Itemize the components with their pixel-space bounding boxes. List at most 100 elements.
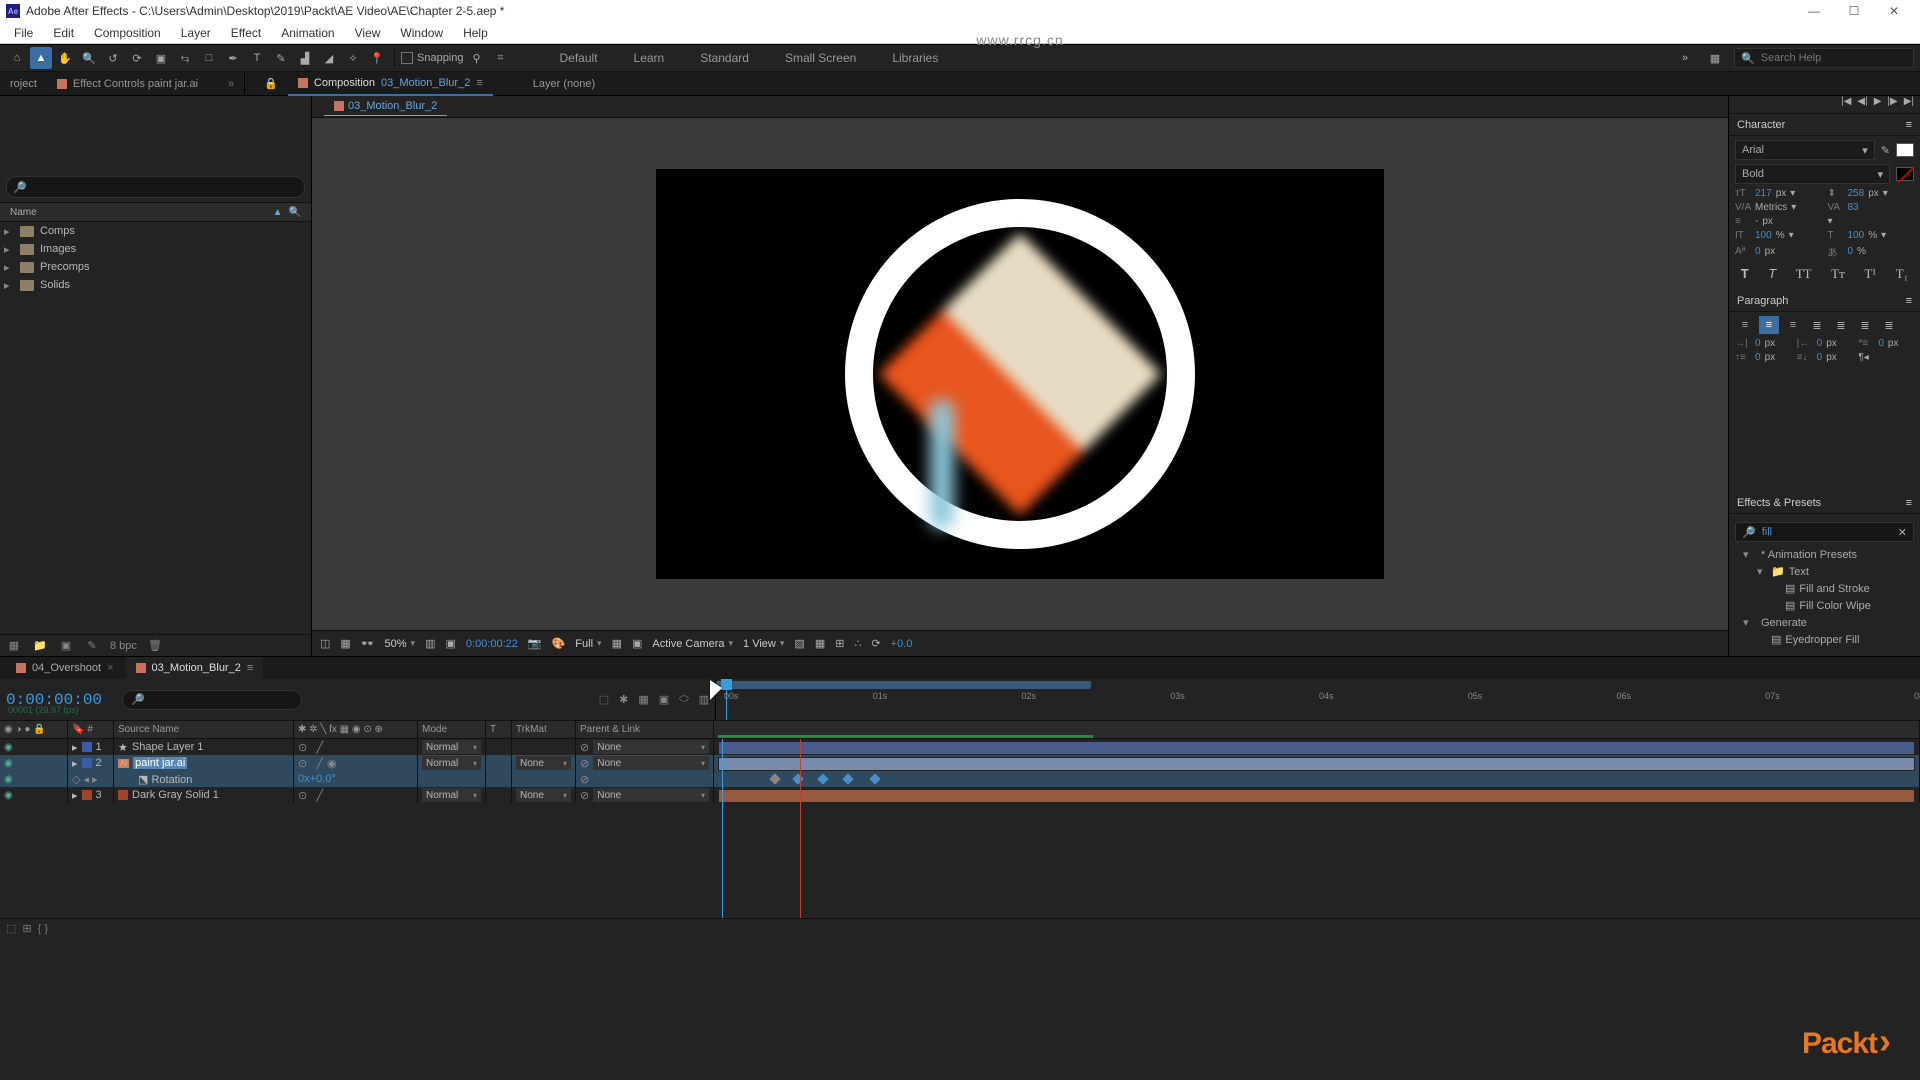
puppet-tool[interactable]: 📍 — [366, 47, 388, 69]
col-mode[interactable]: Mode — [418, 721, 486, 738]
panel-layout-icon[interactable]: ▦ — [1704, 47, 1726, 69]
roi-icon[interactable]: ▣ — [445, 637, 455, 650]
hscale-value[interactable]: 100 — [1848, 230, 1865, 241]
transparency-icon[interactable]: ▦ — [612, 637, 622, 650]
graph-editor-icon[interactable]: ⬭ — [679, 693, 688, 706]
clear-search-icon[interactable]: ✕ — [1898, 526, 1907, 539]
home-icon[interactable]: ⌂ — [6, 47, 28, 69]
first-frame-icon[interactable]: |◀ — [1841, 96, 1851, 113]
composition-tab[interactable]: Composition 03_Motion_Blur_2 ≡ — [288, 72, 493, 96]
help-search[interactable]: 🔍 Search Help — [1734, 48, 1914, 68]
timeline-tab-04_overshoot[interactable]: 04_Overshoot × — [6, 657, 124, 679]
baseline-value[interactable]: 0 — [1755, 246, 1761, 257]
space-after[interactable]: 0 — [1817, 352, 1823, 363]
vf-ic1[interactable]: ▧ — [794, 637, 804, 650]
zoom-dropdown[interactable]: 50% — [385, 638, 416, 650]
work-area-bar[interactable] — [716, 681, 1091, 689]
tsume-value[interactable]: 0 — [1848, 246, 1854, 257]
color-mgmt-icon[interactable]: 🎨 — [552, 637, 566, 650]
selection-tool[interactable]: ▲ — [30, 47, 52, 69]
bpc-label[interactable]: 8 bpc — [110, 640, 137, 652]
clone-tool[interactable]: ▟ — [294, 47, 316, 69]
project-folder-solids[interactable]: ▸Solids — [0, 276, 311, 294]
fill-swatch[interactable] — [1896, 143, 1914, 157]
paragraph-panel-title[interactable]: Paragraph≡ — [1729, 290, 1920, 312]
last-frame-icon[interactable]: ▶| — [1904, 96, 1914, 113]
shape-tool[interactable]: □ — [198, 47, 220, 69]
subscript-button[interactable]: T₁ — [1896, 266, 1908, 282]
preset-eyedropper-fill[interactable]: ▤Eyedropper Fill — [1735, 631, 1914, 648]
mask-icon[interactable]: 👓 — [361, 637, 375, 650]
preset-text[interactable]: ▾📁Text — [1735, 563, 1914, 580]
zoom-tool[interactable]: 🔍 — [78, 47, 100, 69]
effects-presets-title[interactable]: Effects & Presets≡ — [1729, 492, 1920, 514]
menu-animation[interactable]: Animation — [271, 24, 344, 42]
indent-first[interactable]: 0 — [1878, 338, 1884, 349]
italic-button[interactable]: T — [1768, 266, 1776, 282]
roto-tool[interactable]: ✧ — [342, 47, 364, 69]
viewer-area[interactable]: www.rrcg.cn — [312, 118, 1728, 630]
adjust-icon[interactable]: ✎ — [84, 639, 100, 653]
3d-view-icon[interactable]: ▣ — [632, 637, 642, 650]
panel-menu-icon[interactable]: ≡ — [1906, 497, 1912, 509]
next-frame-icon[interactable]: |▶ — [1887, 96, 1897, 113]
superscript-button[interactable]: T¹ — [1864, 266, 1876, 282]
project-tab[interactable]: roject — [0, 72, 47, 96]
workspace-standard[interactable]: Standard — [694, 47, 755, 69]
align-left-button[interactable]: ≡ — [1735, 316, 1755, 334]
preset-fill-color-wipe[interactable]: ▤Fill Color Wipe — [1735, 597, 1914, 614]
workspace-default[interactable]: Default — [554, 47, 604, 69]
trash-icon[interactable]: 🗑 — [147, 639, 163, 653]
toggle-switches-icon[interactable]: ⬚ — [6, 922, 16, 935]
align-center-button[interactable]: ≡ — [1759, 316, 1779, 334]
comp-flow-tab[interactable]: 03_Motion_Blur_2 — [324, 97, 447, 116]
views-dropdown[interactable]: 1 View — [743, 638, 784, 650]
channel-icon[interactable]: ▦ — [340, 637, 350, 650]
col-trkmat[interactable]: TrkMat — [512, 721, 576, 738]
res-auto-icon[interactable]: ▥ — [425, 637, 435, 650]
text-direction-icon[interactable]: ¶◂ — [1858, 352, 1914, 363]
alpha-icon[interactable]: ◫ — [320, 637, 330, 650]
align-right-button[interactable]: ≡ — [1783, 316, 1803, 334]
character-panel-title[interactable]: Character≡ — [1729, 114, 1920, 136]
pan-behind-tool[interactable]: ⥃ — [174, 47, 196, 69]
maximize-button[interactable]: ☐ — [1834, 0, 1874, 22]
layer-row-3[interactable]: ◉▸ 3 Dark Gray Solid 1⊙ ╱NormalNone⊘ Non… — [0, 787, 1920, 803]
justify-right-button[interactable]: ≣ — [1855, 316, 1875, 334]
menu-view[interactable]: View — [345, 24, 391, 42]
close-button[interactable]: ✕ — [1874, 0, 1914, 22]
vscale-value[interactable]: 100 — [1755, 230, 1772, 241]
keyframe[interactable] — [792, 773, 803, 784]
minimize-button[interactable]: — — [1794, 0, 1834, 22]
keyframe[interactable] — [842, 773, 853, 784]
pen-tool[interactable]: ✒ — [222, 47, 244, 69]
justify-all-button[interactable]: ≣ — [1879, 316, 1899, 334]
exposure-value[interactable]: +0.0 — [891, 638, 913, 650]
brainstorm-icon[interactable]: ▥ — [699, 693, 709, 706]
project-folder-precomps[interactable]: ▸Precomps — [0, 258, 311, 276]
hand-tool[interactable]: ✋ — [54, 47, 76, 69]
allcaps-button[interactable]: TT — [1796, 266, 1812, 282]
font-family-dropdown[interactable]: Arial▾ — [1735, 140, 1875, 160]
project-folder-comps[interactable]: ▸Comps — [0, 222, 311, 240]
effect-controls-tab[interactable]: Effect Controls paint jar.ai — [47, 72, 208, 96]
current-time-indicator[interactable] — [726, 679, 727, 720]
snap-opt-2-icon[interactable]: ⌗ — [490, 47, 512, 69]
comp-mini-icon[interactable]: ⬚ — [599, 693, 609, 706]
effects-search[interactable]: 🔎fill ✕ — [1735, 522, 1914, 542]
menu-window[interactable]: Window — [390, 24, 453, 42]
indent-right[interactable]: 0 — [1817, 338, 1823, 349]
panel-menu-icon[interactable]: ≡ — [1906, 295, 1912, 307]
vf-ic4[interactable]: ∴ — [854, 637, 861, 650]
shy-icon[interactable]: ✱ — [619, 693, 628, 706]
search-col-icon[interactable]: 🔍 — [289, 207, 301, 218]
snap-opt-1-icon[interactable]: ⚲ — [466, 47, 488, 69]
time-ruler[interactable]: 00s01s02s03s04s05s06s07s08s — [716, 679, 1920, 720]
play-icon[interactable]: ▶ — [1874, 96, 1882, 113]
camera-dropdown[interactable]: Active Camera — [652, 638, 733, 650]
keyframe[interactable] — [869, 773, 880, 784]
frame-blend-icon[interactable]: ▦ — [638, 693, 648, 706]
font-size-value[interactable]: 217 — [1755, 188, 1772, 199]
keyframe[interactable] — [817, 773, 828, 784]
menu-effect[interactable]: Effect — [221, 24, 271, 42]
